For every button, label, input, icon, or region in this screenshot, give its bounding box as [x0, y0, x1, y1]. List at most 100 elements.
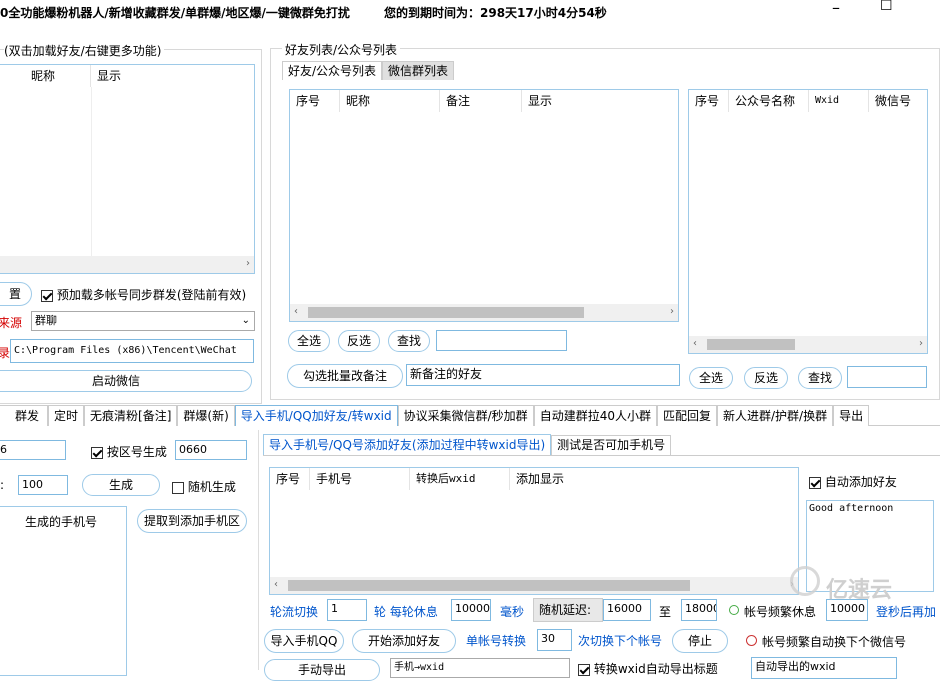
tab-group-blast[interactable]: 群爆(新) — [177, 405, 235, 426]
col-index: 序号 — [290, 90, 340, 112]
auto-switch-label: 帐号频繁自动换下个微信号 — [762, 635, 907, 649]
import-phone-button[interactable]: 导入手机QQ — [264, 629, 344, 653]
auto-add-checkbox[interactable] — [809, 476, 821, 489]
auto-export-input[interactable]: 自动导出的wxid — [751, 657, 897, 679]
convert-select[interactable]: 手机→wxid — [390, 658, 570, 678]
col-official-name: 公众号名称 — [729, 90, 809, 112]
col-display: 显示 — [97, 69, 122, 83]
col-wxid: Wxid — [809, 90, 869, 112]
generated-phone-header: 生成的手机号 — [25, 515, 98, 529]
invert-button-2[interactable]: 反选 — [744, 367, 788, 389]
app-title: 0全功能爆粉机器人/新增收藏群发/单群爆/地区爆/一键微群免打扰 — [0, 6, 350, 20]
manual-export-button[interactable]: 手动导出 — [264, 659, 380, 681]
main-tabbar: 群发 定时 无痕清粉[备注] 群爆(新) 导入手机/QQ加好友/转wxid 协议… — [0, 405, 940, 426]
search-button-2[interactable]: 查找 — [798, 367, 842, 389]
col-index: 序号 — [270, 468, 310, 490]
random-checkbox[interactable] — [172, 481, 184, 494]
random-checkbox-row[interactable]: 随机生成 — [172, 478, 236, 495]
minimize-icon[interactable]: – — [832, 0, 840, 17]
rest-input[interactable]: 10000 — [451, 599, 491, 621]
prefix-input[interactable]: 6 — [0, 440, 66, 460]
area-checkbox-row[interactable]: 按区号生成 — [91, 443, 167, 460]
expiry-time: 您的到期时间为：298天17小时4分54秒 — [384, 6, 607, 20]
remark-input[interactable]: 新备注的好友 — [406, 364, 680, 386]
setup-button[interactable]: 置 — [0, 282, 32, 306]
search-button[interactable]: 查找 — [388, 330, 430, 352]
search-input[interactable] — [436, 330, 567, 351]
tab-clean-fans[interactable]: 无痕清粉[备注] — [84, 405, 178, 426]
subtab-import-phone[interactable]: 导入手机号/QQ号添加好友(添加过程中转wxid导出) — [263, 434, 552, 455]
watermark: 亿速云 — [826, 578, 893, 603]
rotate-input[interactable]: 1 — [327, 599, 367, 621]
col-remark: 备注 — [440, 90, 522, 112]
auto-add-row[interactable]: 自动添加好友 — [809, 473, 897, 490]
area-code-input[interactable]: 0660 — [175, 440, 247, 460]
count-label: : — [0, 478, 5, 492]
official-list[interactable]: 序号 公众号名称 Wxid 微信号 ‹ › — [688, 89, 928, 354]
tab-match-reply[interactable]: 匹配回复 — [656, 405, 717, 426]
search-input-2[interactable] — [847, 366, 927, 388]
tab-wechat-groups[interactable]: 微信群列表 — [382, 61, 455, 80]
switch-label: 次切换下个帐号 — [578, 634, 663, 648]
col-wechat-id: 微信号 — [875, 94, 912, 108]
tab-export[interactable]: 导出 — [833, 405, 870, 426]
tab-import-phone[interactable]: 导入手机/QQ加好友/转wxid — [234, 405, 398, 426]
stop-button[interactable]: 停止 — [672, 629, 728, 653]
friends-list[interactable]: 序号 昵称 备注 显示 ‹ › — [289, 89, 679, 322]
round-rest-label: 轮 每轮休息 — [374, 605, 438, 619]
tab-schedule[interactable]: 定时 — [48, 405, 85, 426]
extract-button[interactable]: 提取到添加手机区 — [137, 509, 247, 533]
watermark-logo-icon — [790, 566, 820, 596]
col-display: 显示 — [528, 94, 553, 108]
tab-friends-official[interactable]: 好友/公众号列表 — [282, 61, 383, 80]
single-label: 单帐号转换 — [466, 634, 527, 648]
col-phone: 手机号 — [310, 468, 410, 490]
start-wechat-button[interactable]: 启动微信 — [0, 370, 252, 392]
convert-checkbox[interactable] — [578, 663, 590, 676]
tab-new-member[interactable]: 新人进群/护群/换群 — [716, 405, 834, 426]
invert-button[interactable]: 反选 — [338, 330, 380, 352]
col-index: 序号 — [689, 90, 729, 112]
source-select[interactable]: 群聊 ⌄ — [31, 311, 255, 331]
count-input[interactable]: 100 — [18, 475, 68, 495]
start-add-button[interactable]: 开始添加好友 — [352, 629, 456, 653]
maximize-icon[interactable]: ☐ — [880, 0, 893, 14]
select-all-button[interactable]: 全选 — [288, 330, 330, 352]
generate-button[interactable]: 生成 — [82, 474, 160, 496]
delay-min-input[interactable]: 16000 — [603, 599, 651, 621]
freq-label: 帐号频繁休息 — [744, 605, 817, 619]
freq-radio[interactable] — [729, 605, 739, 615]
auto-switch-radio[interactable] — [746, 635, 757, 646]
left-group-title: (双击加载好友/右键更多功能) — [4, 42, 165, 59]
area-label: 按区号生成 — [106, 445, 167, 459]
chevron-down-icon: ⌄ — [241, 315, 250, 326]
subtab-test-phone[interactable]: 测试是否可加手机号 — [551, 435, 672, 455]
batch-remark-button[interactable]: 勾选批量改备注 — [287, 364, 403, 388]
tab-auto-create-group[interactable]: 自动建群拉40人小群 — [533, 405, 657, 426]
login-label: 登秒后再加 — [876, 605, 937, 619]
wechat-path-input[interactable]: C:\Program Files (x86)\Tencent\WeChat — [10, 339, 254, 363]
convert-label: 转换wxid自动导出标题 — [593, 662, 718, 676]
auto-add-label: 自动添加好友 — [824, 475, 897, 489]
select-all-button-2[interactable]: 全选 — [689, 367, 733, 389]
col-add-display: 添加显示 — [516, 472, 565, 486]
delay-max-input[interactable]: 18000 — [681, 599, 717, 621]
to-label: 至 — [659, 605, 672, 619]
preload-label: 预加载多帐号同步群发(登陆前有效) — [56, 288, 247, 302]
col-wxid: 转换后wxid — [410, 468, 510, 490]
random-label: 随机生成 — [187, 480, 236, 494]
path-label: 录 — [0, 346, 11, 360]
ms-label: 毫秒 — [500, 605, 525, 619]
area-checkbox[interactable] — [91, 446, 103, 459]
single-input[interactable]: 30 — [537, 629, 572, 651]
left-list[interactable]: 昵称 显示 › — [0, 64, 255, 274]
source-label: 来源 — [0, 316, 23, 330]
col-nickname: 昵称 — [25, 65, 91, 87]
preload-checkbox[interactable] — [41, 289, 53, 302]
import-list[interactable]: 序号 手机号 转换后wxid 添加显示 ‹ › — [269, 467, 799, 595]
tab-broadcast[interactable]: 群发 — [0, 405, 49, 426]
preload-checkbox-row[interactable]: 预加载多帐号同步群发(登陆前有效) — [41, 286, 246, 303]
tab-collect-groups[interactable]: 协议采集微信群/秒加群 — [397, 405, 534, 426]
col-nickname: 昵称 — [340, 90, 440, 112]
generated-phone-list[interactable]: 生成的手机号 — [0, 506, 127, 676]
